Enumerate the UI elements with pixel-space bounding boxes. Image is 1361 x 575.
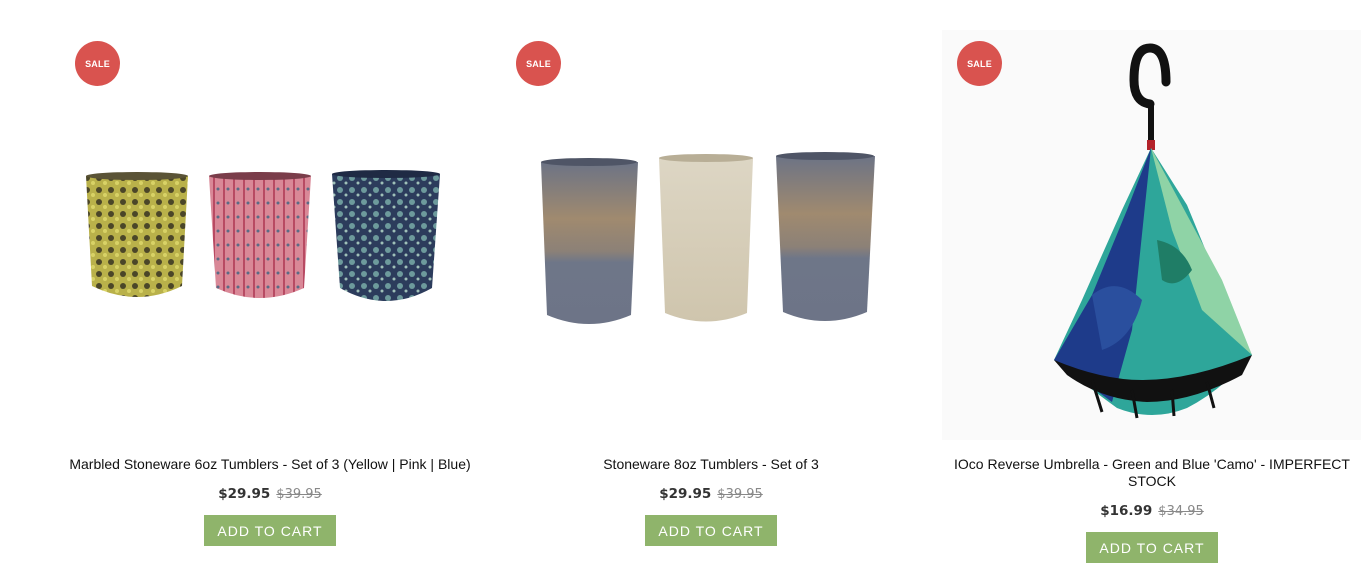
sale-price: $29.95 [659, 486, 712, 502]
price-row: $29.95 $39.95 [501, 485, 921, 503]
product-card: SALE IOco Reverse Umbrella - Green and B… [942, 30, 1361, 563]
product-image[interactable]: SALE [942, 30, 1361, 440]
sale-price: $16.99 [1100, 503, 1153, 519]
sale-badge: SALE [75, 41, 120, 86]
add-to-cart-button[interactable]: ADD TO CART [204, 515, 336, 546]
product-title[interactable]: Marbled Stoneware 6oz Tumblers - Set of … [60, 456, 480, 473]
umbrella-image [1054, 43, 1252, 419]
product-card: SALE Marbled Stoneware 6oz Tumblers - Se… [60, 30, 480, 546]
product-title[interactable]: IOco Reverse Umbrella - Green and Blue '… [942, 456, 1361, 490]
product-grid: SALE Marbled Stoneware 6oz Tumblers - Se… [0, 0, 1361, 575]
sale-badge: SALE [516, 41, 561, 86]
sale-price: $29.95 [218, 486, 271, 502]
price-row: $29.95 $39.95 [60, 485, 480, 503]
product-image[interactable]: SALE [501, 30, 921, 440]
product-image[interactable]: SALE [60, 30, 480, 440]
product-card: SALE Stoneware 8oz Tumblers - Set of 3 $… [501, 30, 921, 546]
price-row: $16.99 $34.95 [942, 502, 1361, 520]
add-to-cart-button[interactable]: ADD TO CART [645, 515, 777, 546]
product-title[interactable]: Stoneware 8oz Tumblers - Set of 3 [501, 456, 921, 473]
add-to-cart-button[interactable]: ADD TO CART [1086, 532, 1218, 563]
sale-badge: SALE [957, 41, 1002, 86]
tumblers-stoneware-image [541, 152, 875, 324]
original-price: $34.95 [1158, 504, 1204, 519]
tumblers-marbled-image [86, 170, 440, 301]
original-price: $39.95 [717, 487, 763, 502]
original-price: $39.95 [276, 487, 322, 502]
